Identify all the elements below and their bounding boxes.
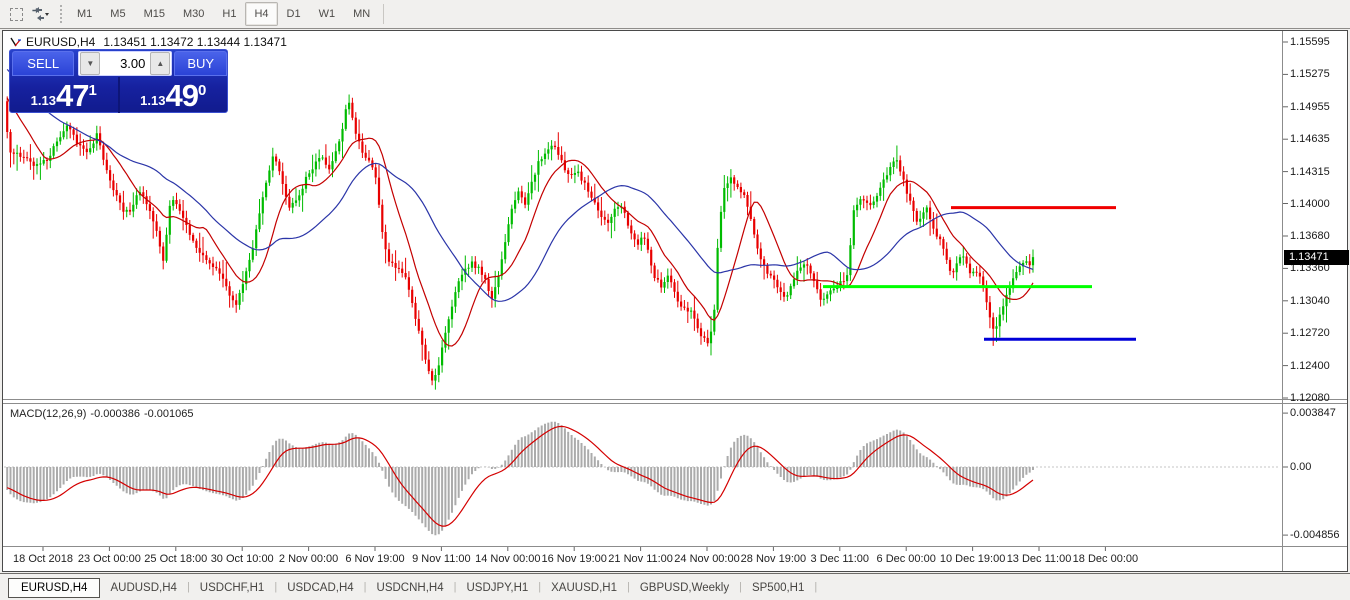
- sell-price-button[interactable]: 1.13471: [10, 77, 118, 113]
- chart-tabs-bar: EURUSD,H4AUDUSD,H4|USDCHF,H1|USDCAD,H4|U…: [0, 573, 1350, 600]
- candles-layer: [6, 69, 1034, 389]
- chart-tab-usdcnh[interactable]: USDCNH,H4: [367, 580, 454, 596]
- sell-price-big: 47: [56, 81, 88, 111]
- volume-input[interactable]: 3.00: [101, 56, 149, 71]
- chart-tab-sp500[interactable]: SP500,H1: [742, 580, 814, 596]
- price-tick-label: 1.14315: [1290, 166, 1330, 178]
- chart-tab-usdcad[interactable]: USDCAD,H4: [277, 580, 363, 596]
- sell-price-prefix: 1.13: [31, 93, 56, 108]
- buy-button[interactable]: BUY: [174, 51, 227, 76]
- price-tick-label: 1.13040: [1290, 295, 1330, 307]
- buy-price-prefix: 1.13: [140, 93, 165, 108]
- buy-price-button[interactable]: 1.13490: [120, 77, 228, 113]
- time-tick-label: 18 Dec 00:00: [1057, 553, 1153, 565]
- chart-symbol-label: EURUSD,H4: [26, 35, 95, 49]
- price-tick-label: 1.14000: [1290, 198, 1330, 210]
- chart-tab-usdchf[interactable]: USDCHF,H1: [190, 580, 275, 596]
- macd-histogram: [7, 422, 1033, 536]
- price-tick-label: 1.15275: [1290, 68, 1330, 80]
- chart-icon: [10, 37, 22, 48]
- macd-layer: [4, 422, 1280, 536]
- chart-ohlc-values: 1.13451 1.13472 1.13444 1.13471: [103, 35, 287, 49]
- volume-up-button[interactable]: ▲: [150, 52, 170, 75]
- current-price-tag: 1.13471: [1284, 250, 1349, 265]
- macd-tick-label: 0.00: [1290, 461, 1311, 473]
- macd-tick-label: -0.004856: [1290, 529, 1340, 541]
- chart-tab-xauusd[interactable]: XAUUSD,H1: [541, 580, 627, 596]
- price-tick-label: 1.14955: [1290, 101, 1330, 113]
- price-tick-label: 1.12400: [1290, 360, 1330, 372]
- tab-separator: |: [814, 581, 817, 593]
- macd-panel-divider[interactable]: [3, 399, 1347, 400]
- trade-panel-header-row: SELL ▼ 3.00 ▲ BUY: [10, 50, 227, 77]
- macd-signal-value: -0.001065: [144, 408, 194, 420]
- price-tick-label: 1.12080: [1290, 392, 1330, 404]
- macd-panel-divider-lower: [3, 403, 1347, 404]
- one-click-trading-panel: SELL ▼ 3.00 ▲ BUY 1.13471 1.13490: [9, 49, 228, 113]
- price-tick-label: 1.13680: [1290, 230, 1330, 242]
- chart-tab-usdjpy[interactable]: USDJPY,H1: [456, 580, 538, 596]
- sell-button[interactable]: SELL: [12, 51, 74, 76]
- sell-price-sup: 1: [88, 82, 96, 99]
- volume-spinner: ▼ 3.00 ▲: [78, 51, 172, 76]
- chart-tab-audusd[interactable]: AUDUSD,H4: [100, 580, 186, 596]
- time-axis-separator: [3, 546, 1347, 547]
- price-tick-label: 1.14635: [1290, 133, 1330, 145]
- price-axis-separator: [1282, 31, 1283, 571]
- macd-indicator-label: MACD(12,26,9) -0.000386 -0.001065: [10, 408, 198, 420]
- price-tick-label: 1.15595: [1290, 36, 1330, 48]
- volume-down-button[interactable]: ▼: [80, 52, 100, 75]
- macd-name: MACD(12,26,9): [10, 408, 86, 420]
- chart-tab-gbpusd[interactable]: GBPUSD,Weekly: [630, 580, 739, 596]
- buy-price-sup: 0: [198, 82, 206, 99]
- chart-window: EURUSD,H4 1.13451 1.13472 1.13444 1.1347…: [2, 30, 1348, 572]
- chart-tab-eurusd[interactable]: EURUSD,H4: [8, 578, 100, 598]
- price-tick-label: 1.12720: [1290, 327, 1330, 339]
- chart-title: EURUSD,H4 1.13451 1.13472 1.13444 1.1347…: [10, 35, 287, 49]
- buy-price-big: 49: [165, 81, 197, 111]
- macd-main-value: -0.000386: [90, 408, 140, 420]
- terminal-window: M1M5M15M30H1H4D1W1MN EURUSD,H4 1.13451 1…: [0, 0, 1350, 600]
- macd-tick-label: 0.003847: [1290, 407, 1336, 419]
- trade-panel-prices: 1.13471 1.13490: [10, 77, 227, 113]
